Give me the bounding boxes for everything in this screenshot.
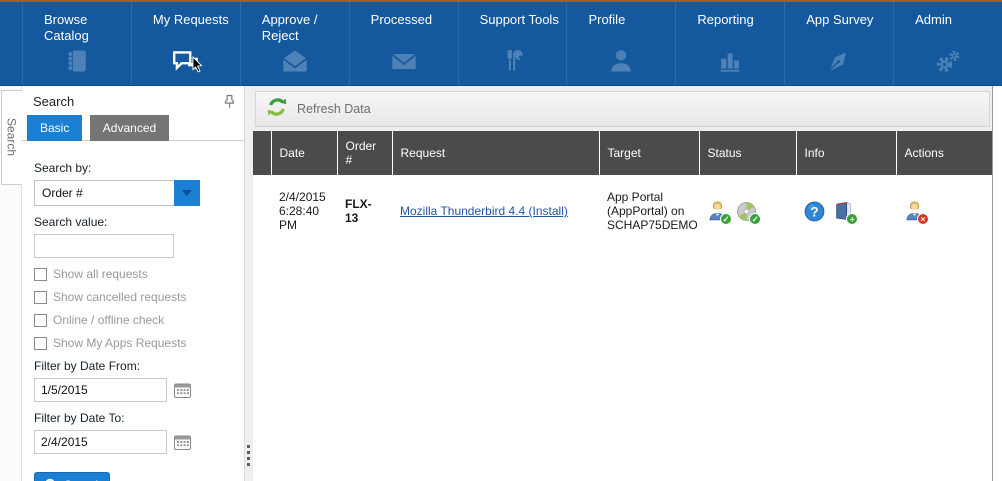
nav-item-processed[interactable]: Processed [349, 2, 458, 85]
check-badge-icon: ✓ [749, 213, 761, 225]
requests-grid: Date Order # Request Target Status Info … [253, 131, 992, 481]
date-from-input[interactable] [34, 378, 167, 402]
col-selector [253, 131, 271, 175]
search-value-input[interactable] [34, 234, 174, 258]
app-survey-icon [785, 47, 893, 75]
pin-icon[interactable] [223, 94, 236, 115]
date-from-label: Filter by Date From: [34, 359, 232, 373]
nav-item-profile[interactable]: Profile [566, 2, 675, 85]
col-info[interactable]: Info [796, 131, 896, 175]
status-cell: ✓ ✓ [699, 175, 796, 247]
refresh-icon [265, 95, 289, 124]
date-to-label: Filter by Date To: [34, 411, 232, 425]
user-approved-icon: ✓ [707, 201, 728, 222]
nav-item-admin[interactable]: Admin [893, 2, 1002, 85]
search-panel-title: Search [33, 94, 74, 109]
grid-header-row: Date Order # Request Target Status Info … [253, 131, 992, 175]
checkbox-icon[interactable] [34, 268, 47, 281]
col-request[interactable]: Request [392, 131, 599, 175]
order-cell: FLX-13 [337, 175, 392, 247]
checkbox-icon[interactable] [34, 291, 47, 304]
nav-item-support-tools[interactable]: Support Tools [458, 2, 567, 85]
requests-main-area: Refresh Data Date Order # Request Target… [253, 86, 993, 481]
refresh-data-button[interactable]: Refresh Data [255, 91, 990, 127]
search-pane-vertical-tab[interactable]: Search [1, 90, 22, 185]
check-badge-icon: ✓ [720, 213, 732, 225]
reporting-icon [676, 47, 784, 75]
splitter-grip-icon [247, 442, 250, 469]
tab-basic[interactable]: Basic [27, 115, 82, 141]
nav-item-browse-catalog[interactable]: Browse Catalog [22, 2, 131, 85]
plus-badge-icon: + [846, 213, 858, 225]
my-requests-icon [132, 47, 240, 75]
media-installed-icon: ✓ [736, 201, 757, 222]
page-body: Search Search Basic Advanced Search by: … [0, 86, 1002, 481]
help-icon[interactable]: ? [804, 201, 825, 222]
calendar-icon[interactable] [174, 382, 191, 398]
search-form: Search by: Order # Search value: Show al… [22, 141, 244, 481]
date-cell: 2/4/2015 6:28:40 PM [271, 175, 337, 247]
chevron-down-icon [182, 190, 192, 196]
search-by-dropdown[interactable]: Order # [34, 180, 200, 206]
x-badge-icon: × [917, 213, 929, 225]
profile-icon [567, 47, 675, 75]
calendar-icon[interactable] [174, 434, 191, 450]
svg-text:?: ? [810, 204, 818, 219]
row-selector-cell [253, 175, 271, 247]
search-value-label: Search value: [34, 215, 232, 229]
checkbox-show-all-requests[interactable]: Show all requests [34, 267, 232, 281]
nav-item-my-requests[interactable]: My Requests [131, 2, 240, 85]
top-navigation: Browse Catalog My Requests Approve / Rej… [0, 2, 1002, 86]
tab-advanced[interactable]: Advanced [90, 115, 169, 141]
search-by-label: Search by: [34, 161, 232, 175]
col-target[interactable]: Target [599, 131, 699, 175]
search-button[interactable]: Search [34, 472, 110, 481]
support-tools-icon [459, 47, 567, 75]
request-link[interactable]: Mozilla Thunderbird 4.4 (Install) [400, 204, 568, 218]
checkbox-show-my-apps-requests[interactable]: Show My Apps Requests [34, 336, 232, 350]
nav-item-reporting[interactable]: Reporting [675, 2, 784, 85]
checkbox-icon[interactable] [34, 337, 47, 350]
date-to-input[interactable] [34, 430, 167, 454]
refresh-data-label: Refresh Data [297, 102, 371, 116]
dropdown-arrow-button[interactable] [174, 180, 200, 206]
browse-catalog-icon [23, 47, 131, 75]
checkbox-icon[interactable] [34, 314, 47, 327]
search-panel-header: Search [22, 86, 244, 114]
search-tabs: Basic Advanced [22, 114, 244, 141]
add-program-icon[interactable]: + [833, 201, 854, 222]
actions-cell: × [896, 175, 992, 247]
dock-strip: Search [0, 86, 22, 481]
processed-icon [350, 47, 458, 75]
admin-icon [894, 47, 1002, 75]
info-cell: ? + [796, 175, 896, 247]
search-by-selected-value: Order # [34, 180, 174, 206]
col-status[interactable]: Status [699, 131, 796, 175]
nav-spacer [0, 2, 22, 85]
search-panel: Search Basic Advanced Search by: Order #… [22, 86, 245, 481]
col-actions[interactable]: Actions [896, 131, 992, 175]
target-cell: App Portal (AppPortal) on SCHAP75DEMO [599, 175, 699, 247]
right-gutter [993, 86, 1002, 481]
mouse-cursor [192, 55, 204, 73]
search-icon [39, 477, 57, 481]
checkbox-online-offline-check[interactable]: Online / offline check [34, 313, 232, 327]
pane-splitter[interactable] [245, 86, 253, 481]
approve-reject-icon [241, 47, 349, 75]
checkbox-show-cancelled-requests[interactable]: Show cancelled requests [34, 290, 232, 304]
table-row: 2/4/2015 6:28:40 PM FLX-13 Mozilla Thund… [253, 175, 992, 247]
col-date[interactable]: Date [271, 131, 337, 175]
nav-item-approve-reject[interactable]: Approve / Reject [240, 2, 349, 85]
request-cell: Mozilla Thunderbird 4.4 (Install) [392, 175, 599, 247]
nav-item-app-survey[interactable]: App Survey [784, 2, 893, 85]
cancel-request-icon[interactable]: × [904, 201, 925, 222]
col-order[interactable]: Order # [337, 131, 392, 175]
